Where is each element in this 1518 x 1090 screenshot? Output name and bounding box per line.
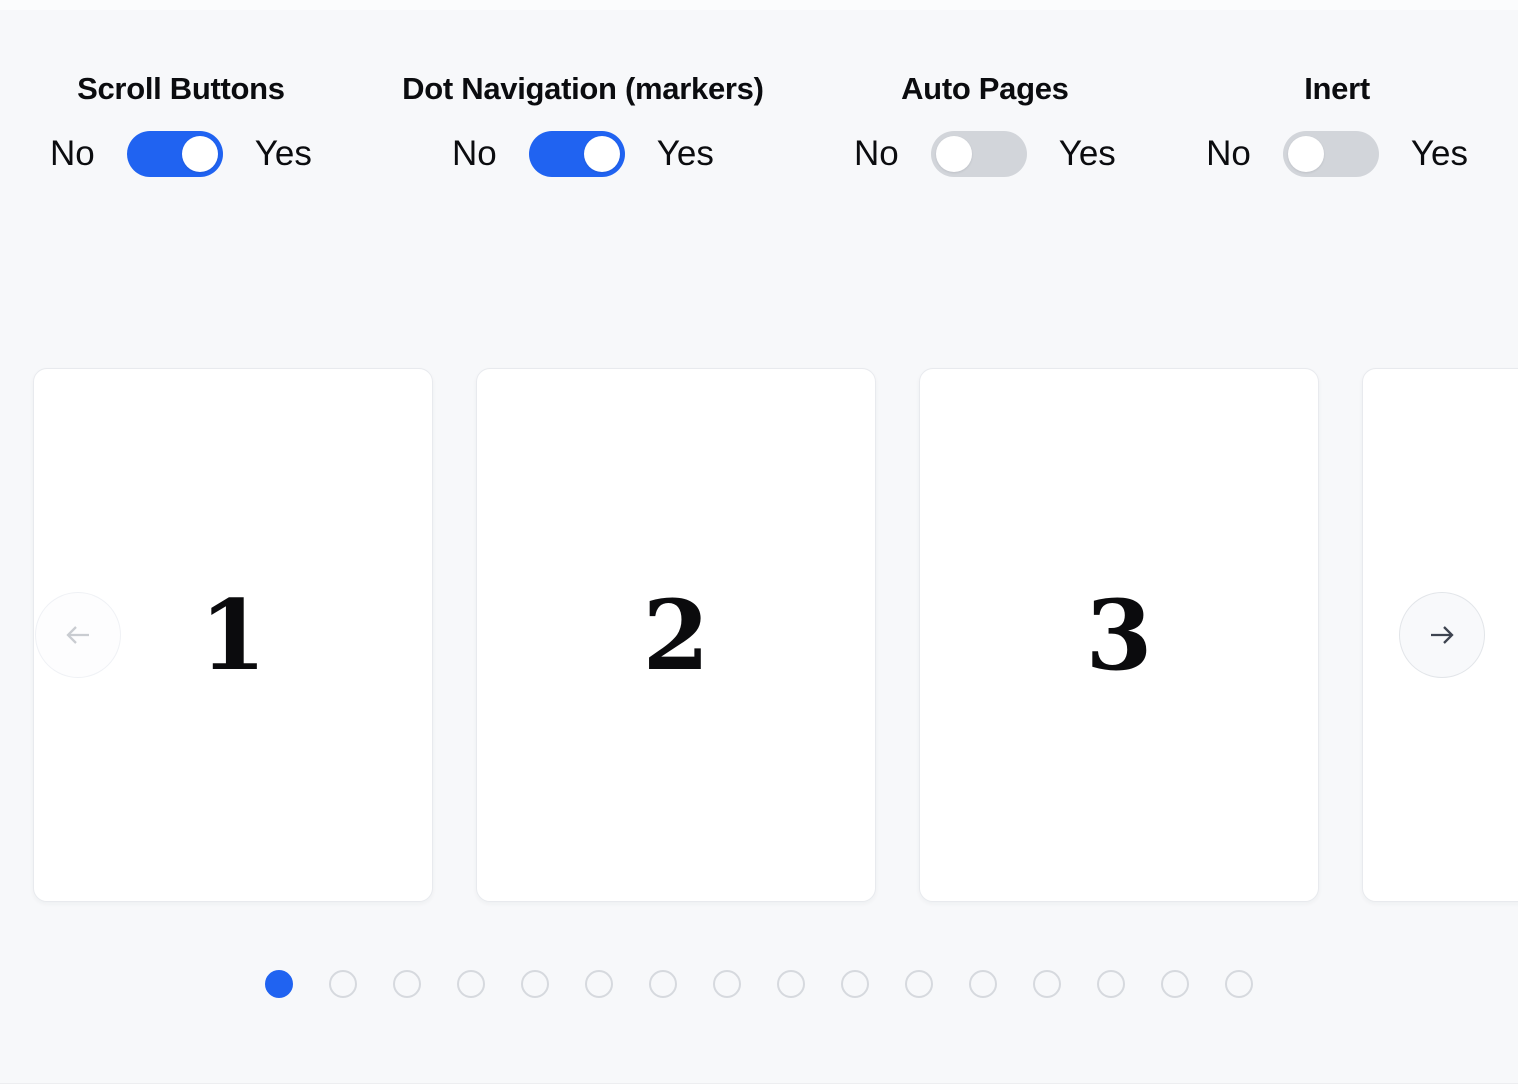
auto-pages-toggle[interactable]: [931, 131, 1027, 177]
slide-number: 3: [1086, 579, 1153, 692]
dot-indicator[interactable]: [329, 970, 357, 998]
toggle-knob: [1288, 136, 1324, 172]
toggle-on-label: Yes: [1059, 131, 1116, 177]
inert-toggle[interactable]: [1283, 131, 1379, 177]
arrow-left-icon: [64, 621, 92, 649]
carousel-track: 1 2 3: [33, 368, 1518, 902]
control-row: No Yes: [50, 131, 312, 177]
next-page-button[interactable]: [1399, 592, 1485, 678]
toggle-off-label: No: [50, 131, 95, 177]
control-group-inert: Inert No Yes: [1206, 0, 1468, 177]
control-group-scroll-buttons: Scroll Buttons No Yes: [50, 0, 312, 177]
dot-indicator[interactable]: [649, 970, 677, 998]
scroll-buttons-toggle[interactable]: [127, 131, 223, 177]
dot-indicator[interactable]: [393, 970, 421, 998]
carousel-slide[interactable]: 3: [919, 368, 1319, 902]
bottom-edge-strip: [0, 1083, 1518, 1090]
toggle-knob: [584, 136, 620, 172]
slide-number: 1: [200, 579, 267, 692]
control-heading: Scroll Buttons: [77, 70, 285, 108]
dot-indicator[interactable]: [1033, 970, 1061, 998]
dot-indicator[interactable]: [1225, 970, 1253, 998]
controls-bar: Scroll Buttons No Yes Dot Navigation (ma…: [0, 0, 1518, 177]
control-group-dot-navigation: Dot Navigation (markers) No Yes: [402, 0, 763, 177]
dot-indicator[interactable]: [1097, 970, 1125, 998]
dot-indicator[interactable]: [777, 970, 805, 998]
dot-indicator[interactable]: [1161, 970, 1189, 998]
prev-page-button[interactable]: [35, 592, 121, 678]
arrow-right-icon: [1428, 621, 1456, 649]
toggle-on-label: Yes: [1411, 131, 1468, 177]
control-row: No Yes: [854, 131, 1116, 177]
dot-indicator[interactable]: [841, 970, 869, 998]
dot-indicator[interactable]: [713, 970, 741, 998]
control-row: No Yes: [452, 131, 714, 177]
toggle-off-label: No: [1206, 131, 1251, 177]
dot-navigation-toggle[interactable]: [529, 131, 625, 177]
carousel-demo-page: Scroll Buttons No Yes Dot Navigation (ma…: [0, 0, 1518, 1090]
dot-navigation: [0, 970, 1518, 998]
dot-indicator[interactable]: [521, 970, 549, 998]
toggle-knob: [936, 136, 972, 172]
toggle-on-label: Yes: [657, 131, 714, 177]
toggle-on-label: Yes: [255, 131, 312, 177]
dot-indicator[interactable]: [969, 970, 997, 998]
slide-number: 2: [643, 579, 710, 692]
dot-indicator-active[interactable]: [265, 970, 293, 998]
control-group-auto-pages: Auto Pages No Yes: [854, 0, 1116, 177]
toggle-knob: [182, 136, 218, 172]
carousel-slide[interactable]: 2: [476, 368, 876, 902]
dot-indicator[interactable]: [585, 970, 613, 998]
control-heading: Dot Navigation (markers): [402, 70, 763, 108]
control-heading: Inert: [1304, 70, 1370, 108]
dot-indicator[interactable]: [905, 970, 933, 998]
toggle-off-label: No: [452, 131, 497, 177]
dot-indicator[interactable]: [457, 970, 485, 998]
control-heading: Auto Pages: [901, 70, 1069, 108]
toggle-off-label: No: [854, 131, 899, 177]
control-row: No Yes: [1206, 131, 1468, 177]
